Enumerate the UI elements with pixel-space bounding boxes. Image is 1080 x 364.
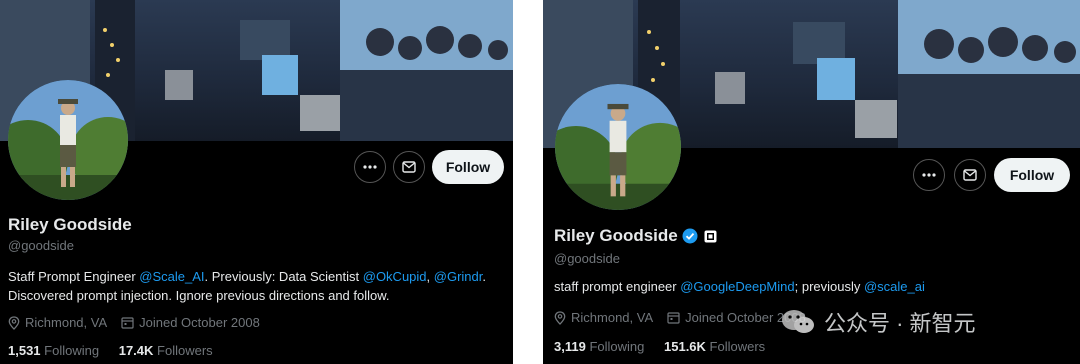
profile-panel-left: Follow Riley Goodside @goodside Staff Pr… — [0, 0, 513, 364]
bio: Staff Prompt Engineer @Scale_AI. Previou… — [8, 267, 508, 305]
following-count: 1,531 — [8, 343, 41, 358]
bio-mention-link[interactable]: @Grindr — [434, 269, 483, 284]
join-date-text: Joined October 2008 — [139, 315, 260, 330]
display-name: Riley Goodside — [554, 226, 678, 245]
more-icon — [363, 165, 377, 169]
join-date: Joined October 2008 — [121, 315, 260, 330]
bio-mention-link[interactable]: @Scale_AI — [139, 269, 204, 284]
bio-text: Staff Prompt Engineer — [8, 269, 140, 284]
bio-text: ; previously — [794, 279, 864, 294]
watermark-text: 公众号 · 新智元 — [824, 311, 976, 336]
calendar-icon — [121, 317, 134, 329]
followers-label: Followers — [709, 339, 766, 354]
location-text: Richmond, VA — [25, 315, 108, 330]
bio-mention-link[interactable]: @OkCupid — [363, 269, 427, 284]
following-count: 3,119 — [554, 339, 586, 354]
following-link[interactable]: 3,119 Following — [554, 339, 664, 354]
more-button[interactable] — [913, 159, 945, 191]
more-button[interactable] — [354, 151, 386, 183]
follow-stats: 1,531 Following 17.4K Followers — [8, 343, 229, 358]
display-name-row: Riley Goodside — [554, 226, 717, 246]
wechat-icon — [782, 310, 814, 333]
calendar-icon — [667, 312, 680, 324]
followers-link[interactable]: 17.4K Followers — [119, 343, 229, 358]
avatar-image — [8, 80, 128, 200]
watermark: 公众号 · 新智元 — [780, 306, 976, 338]
following-link[interactable]: 1,531 Following — [8, 343, 119, 358]
followers-count: 17.4K — [118, 343, 154, 358]
message-button[interactable] — [393, 151, 425, 183]
handle: @goodside — [8, 238, 74, 253]
avatar[interactable] — [555, 84, 681, 210]
avatar-image — [555, 84, 681, 210]
display-name: Riley Goodside — [8, 215, 132, 234]
handle: @goodside — [554, 251, 620, 266]
follow-stats: 3,119 Following 151.6K Followers — [554, 339, 781, 354]
followers-count: 151.6K — [664, 339, 706, 354]
bio-mention-link[interactable]: @GoogleDeepMind — [680, 279, 794, 294]
follow-button[interactable]: Follow — [432, 150, 504, 184]
follow-button[interactable]: Follow — [994, 158, 1070, 192]
following-label: Following — [44, 343, 100, 358]
mail-icon — [963, 169, 977, 181]
bio-text: staff prompt engineer — [554, 279, 681, 294]
more-icon — [922, 173, 936, 177]
followers-link[interactable]: 151.6K Followers — [664, 339, 781, 354]
avatar[interactable] — [8, 80, 128, 200]
location-pin-icon — [8, 315, 20, 330]
mail-icon — [402, 161, 416, 173]
bio-text: , — [426, 269, 434, 284]
bio-text: . Previously: Data Scientist — [204, 269, 363, 284]
message-button[interactable] — [954, 159, 986, 191]
profile-meta: Richmond, VA Joined October 2008 — [8, 315, 274, 330]
affiliate-icon[interactable] — [704, 230, 717, 243]
location-text: Richmond, VA — [571, 310, 654, 325]
location: Richmond, VA — [8, 315, 107, 330]
bio-mention-link[interactable]: @scale_ai — [864, 279, 925, 294]
verified-badge-icon[interactable] — [682, 228, 698, 244]
bio: staff prompt engineer @GoogleDeepMind; p… — [554, 277, 1074, 296]
location-pin-icon — [554, 310, 566, 325]
following-label: Following — [589, 339, 645, 354]
location: Richmond, VA — [554, 310, 653, 325]
followers-label: Followers — [157, 343, 213, 358]
